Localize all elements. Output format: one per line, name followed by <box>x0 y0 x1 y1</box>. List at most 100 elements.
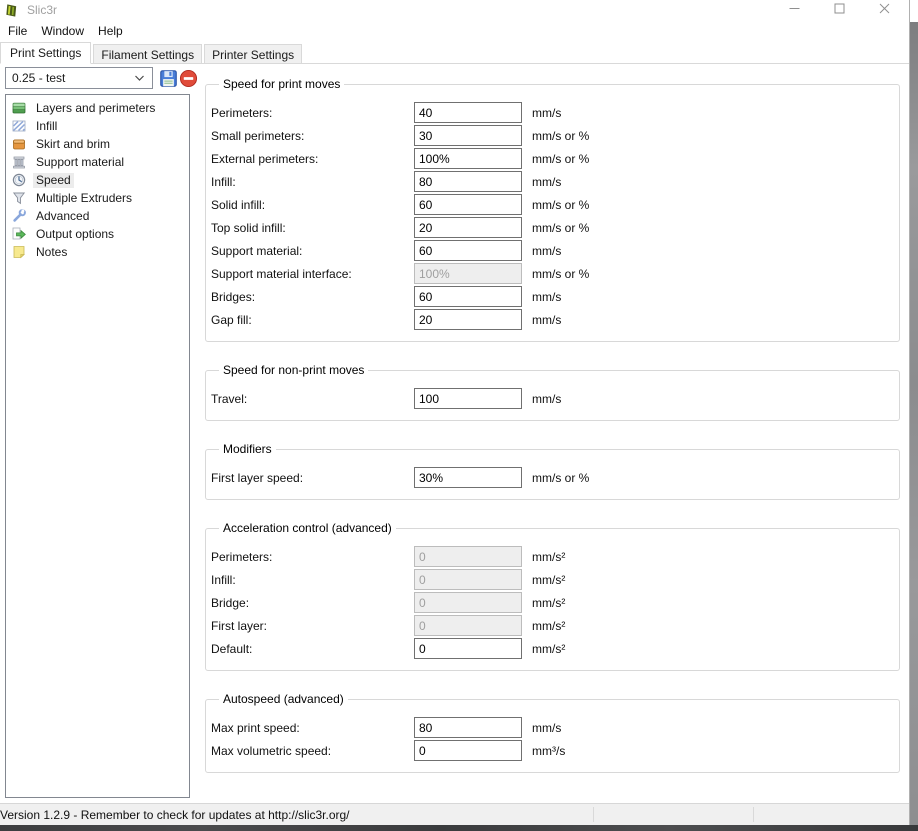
chevron-down-icon <box>134 75 145 82</box>
desktop-edge-bottom <box>0 825 918 831</box>
option-label: Support material interface: <box>211 267 414 281</box>
layers-icon <box>11 100 27 116</box>
option-unit: mm/s² <box>532 596 565 610</box>
section-title: Speed for print moves <box>219 77 344 91</box>
speed-clock-icon <box>11 172 27 188</box>
save-preset-icon[interactable] <box>159 69 178 88</box>
option-label: Support material: <box>211 244 414 258</box>
title-bar: Slic3r <box>0 0 909 20</box>
wrench-icon <box>11 208 27 224</box>
option-unit: mm/s² <box>532 619 565 633</box>
input-small-perimeters[interactable] <box>414 125 522 146</box>
sidebar-item-support-material[interactable]: Support material <box>6 153 189 171</box>
sidebar-item-output-options[interactable]: Output options <box>6 225 189 243</box>
input-perimeters <box>414 546 522 567</box>
tab-print-settings[interactable]: Print Settings <box>0 42 91 64</box>
option-unit: mm/s <box>532 244 561 258</box>
input-infill <box>414 569 522 590</box>
option-row-external-perimeters: External perimeters:mm/s or % <box>211 147 891 170</box>
sidebar-item-speed[interactable]: Speed <box>6 171 189 189</box>
preset-value: 0.25 - test <box>12 71 134 85</box>
tab-filament-settings[interactable]: Filament Settings <box>93 44 202 63</box>
extruders-funnel-icon <box>11 190 27 206</box>
sidebar-item-label: Output options <box>33 227 117 242</box>
status-text: Version 1.2.9 - Remember to check for up… <box>0 808 350 822</box>
option-label: Max volumetric speed: <box>211 744 414 758</box>
input-perimeters[interactable] <box>414 102 522 123</box>
option-row-support-material: Support material: mm/s <box>211 239 891 262</box>
option-label: Perimeters: <box>211 106 414 120</box>
option-unit: mm/s² <box>532 550 565 564</box>
option-row-max-print-speed: Max print speed:mm/s <box>211 716 891 739</box>
maximize-button[interactable] <box>817 0 862 16</box>
option-label: Default: <box>211 642 414 656</box>
input-bridges[interactable] <box>414 286 522 307</box>
input-support-material-interface <box>414 263 522 284</box>
option-unit: mm/s <box>532 175 561 189</box>
output-arrow-icon <box>11 226 27 242</box>
window-title: Slic3r <box>27 3 57 17</box>
status-separator <box>753 807 754 822</box>
input-default[interactable] <box>414 638 522 659</box>
option-unit: mm/s or % <box>532 129 589 143</box>
input-max-volumetric-speed[interactable] <box>414 740 522 761</box>
option-unit: mm/s <box>532 313 561 327</box>
sidebar-item-label: Layers and perimeters <box>33 101 158 116</box>
option-unit: mm/s or % <box>532 471 589 485</box>
option-row-max-volumetric-speed: Max volumetric speed: mm³/s <box>211 739 891 762</box>
option-unit: mm/s or % <box>532 267 589 281</box>
input-support-material[interactable] <box>414 240 522 261</box>
option-unit: mm/s or % <box>532 221 589 235</box>
menu-window[interactable]: Window <box>34 22 91 40</box>
input-solid-infill[interactable] <box>414 194 522 215</box>
tab-bar: Print SettingsFilament SettingsPrinter S… <box>0 42 909 64</box>
option-label: Perimeters: <box>211 550 414 564</box>
tab-printer-settings[interactable]: Printer Settings <box>204 44 302 63</box>
infill-icon <box>11 118 27 134</box>
section-modifiers: Modifiers First layer speed: mm/s or % <box>205 442 900 500</box>
delete-preset-icon[interactable] <box>179 69 198 88</box>
minimize-button[interactable] <box>772 0 817 16</box>
input-first-layer-speed[interactable] <box>414 467 522 488</box>
input-max-print-speed[interactable] <box>414 717 522 738</box>
close-button[interactable] <box>862 0 907 16</box>
sidebar-item-advanced[interactable]: Advanced <box>6 207 189 225</box>
sidebar-item-layers-and-perimeters[interactable]: Layers and perimeters <box>6 99 189 117</box>
sidebar-item-label: Multiple Extruders <box>33 191 135 206</box>
preset-row: 0.25 - test <box>5 67 198 89</box>
menu-help[interactable]: Help <box>91 22 130 40</box>
option-label: First layer: <box>211 619 414 633</box>
menu-file[interactable]: File <box>1 22 34 40</box>
option-unit: mm/s² <box>532 573 565 587</box>
option-label: Top solid infill: <box>211 221 414 235</box>
option-row-default: Default:mm/s² <box>211 637 891 660</box>
option-unit: mm³/s <box>532 744 565 758</box>
option-row-travel: Travel:mm/s <box>211 387 891 410</box>
section-speed-for-non-print-moves: Speed for non-print movesTravel:mm/s <box>205 363 900 421</box>
sidebar-item-multiple-extruders[interactable]: Multiple Extruders <box>6 189 189 207</box>
option-unit: mm/s or % <box>532 198 589 212</box>
input-gap-fill[interactable] <box>414 309 522 330</box>
sidebar-item-notes[interactable]: Notes <box>6 243 189 261</box>
option-label: Max print speed: <box>211 721 414 735</box>
sidebar-item-infill[interactable]: Infill <box>6 117 189 135</box>
option-unit: mm/s or % <box>532 152 589 166</box>
sidebar-item-label: Skirt and brim <box>33 137 113 152</box>
section-speed-for-print-moves: Speed for print movesPerimeters:mm/sSmal… <box>205 77 900 342</box>
input-external-perimeters[interactable] <box>414 148 522 169</box>
input-infill[interactable] <box>414 171 522 192</box>
input-travel[interactable] <box>414 388 522 409</box>
sidebar-item-skirt-and-brim[interactable]: Skirt and brim <box>6 135 189 153</box>
option-row-bridge: Bridge:mm/s² <box>211 591 891 614</box>
section-acceleration-control-advanced: Acceleration control (advanced)Perimeter… <box>205 521 900 671</box>
option-label: First layer speed: <box>211 471 414 485</box>
option-row-perimeters: Perimeters: mm/s² <box>211 545 891 568</box>
section-title: Modifiers <box>219 442 276 456</box>
support-building-icon <box>11 154 27 170</box>
content-area: 0.25 - test <box>0 64 909 803</box>
input-top-solid-infill[interactable] <box>414 217 522 238</box>
preset-dropdown[interactable]: 0.25 - test <box>5 67 153 89</box>
option-row-support-material-interface: Support material interface: mm/s or % <box>211 262 891 285</box>
option-unit: mm/s <box>532 392 561 406</box>
sidebar-item-label: Notes <box>33 245 70 260</box>
